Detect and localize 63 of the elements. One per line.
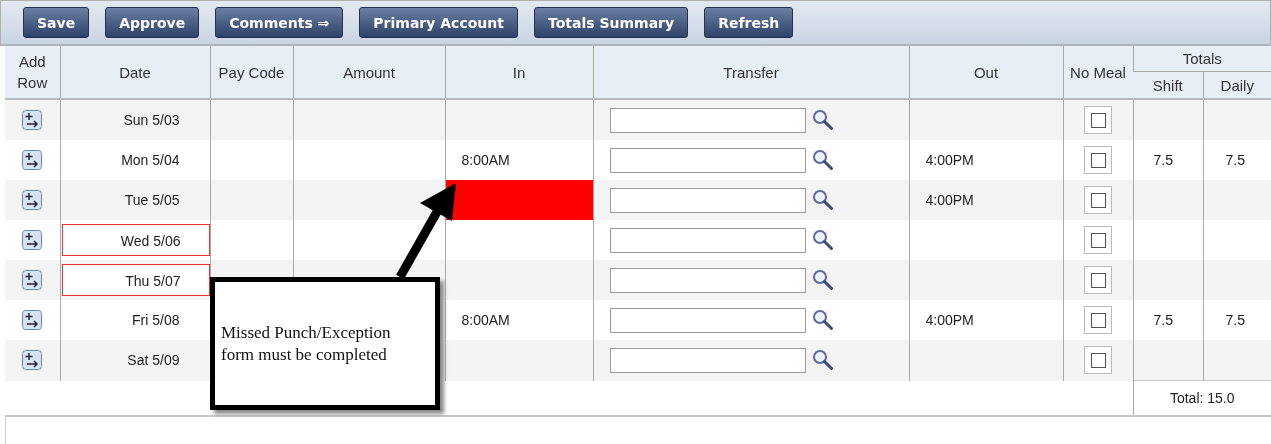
column-header: In <box>512 63 526 81</box>
column-header: Amount <box>343 63 395 81</box>
date-cell: Fri 5/08 <box>132 312 180 328</box>
column-header: Add Row <box>16 52 49 93</box>
add-row-icon[interactable] <box>22 270 43 290</box>
date-cell: Sat 5/09 <box>127 352 180 369</box>
no-meal-checkbox[interactable] <box>1090 312 1106 328</box>
add-row-icon[interactable] <box>22 110 43 130</box>
add-row-icon[interactable] <box>22 190 43 210</box>
column-header: Daily <box>1220 76 1254 94</box>
no-meal-checkbox[interactable] <box>1090 232 1106 248</box>
date-cell: Sun 5/03 <box>123 112 180 128</box>
column-header: Transfer <box>723 63 779 81</box>
toolbar-button[interactable]: Refresh <box>704 7 794 38</box>
search-icon[interactable] <box>811 349 834 372</box>
column-header: Shift <box>1152 76 1183 94</box>
toolbar-button[interactable]: Primary Account <box>359 7 518 38</box>
add-row-icon[interactable] <box>22 350 43 371</box>
search-icon[interactable] <box>811 109 834 131</box>
add-row-icon[interactable] <box>22 310 43 330</box>
time-cell: 4:00PM <box>925 152 974 168</box>
transfer-field[interactable] <box>609 227 806 253</box>
date-cell: Thu 5/07 <box>61 264 210 296</box>
date-cell: Tue 5/05 <box>124 192 180 208</box>
transfer-field[interactable] <box>609 267 806 293</box>
time-cell: 8:00AM <box>461 152 510 168</box>
toolbar-button[interactable]: Comments ⇒ <box>215 7 344 38</box>
table-cell: 7.5 <box>1153 152 1173 168</box>
table-cell: 7.5 <box>1225 312 1245 328</box>
search-icon[interactable] <box>811 149 834 171</box>
table-cell: 7.5 <box>1153 312 1173 328</box>
date-cell: Mon 5/04 <box>121 152 180 168</box>
toolbar-button[interactable]: Totals Summary <box>533 7 689 38</box>
transfer-field[interactable] <box>609 187 806 213</box>
column-header: Date <box>119 63 151 81</box>
search-icon[interactable] <box>811 189 834 211</box>
transfer-field[interactable] <box>609 107 806 133</box>
transfer-field[interactable] <box>609 147 806 173</box>
no-meal-checkbox[interactable] <box>1090 112 1106 128</box>
column-header: Totals <box>1182 50 1222 67</box>
search-icon[interactable] <box>811 229 834 251</box>
date-cell: Wed 5/06 <box>61 224 210 256</box>
time-cell: 8:00AM <box>461 312 510 328</box>
toolbar-button[interactable]: Save <box>23 7 90 38</box>
total-label: Total: 15.0 <box>1169 390 1235 406</box>
time-cell: 4:00PM <box>925 312 974 328</box>
transfer-field[interactable] <box>609 347 806 373</box>
add-row-icon[interactable] <box>22 230 43 250</box>
no-meal-checkbox[interactable] <box>1090 352 1106 368</box>
toolbar-button[interactable]: Approve <box>105 7 200 38</box>
column-header: Out <box>973 63 999 81</box>
callout-note: Missed Punch/Exception form must be completed <box>210 277 440 410</box>
transfer-field[interactable] <box>609 307 806 333</box>
no-meal-checkbox[interactable] <box>1090 272 1106 288</box>
table-cell: 7.5 <box>1225 152 1245 168</box>
time-cell: 4:00PM <box>925 192 974 208</box>
column-header: Pay Code <box>218 63 285 81</box>
column-header: No Meal <box>1070 63 1126 81</box>
add-row-icon[interactable] <box>22 150 43 170</box>
search-icon[interactable] <box>811 269 834 291</box>
no-meal-checkbox[interactable] <box>1090 152 1106 168</box>
no-meal-checkbox[interactable] <box>1090 192 1106 208</box>
search-icon[interactable] <box>811 309 834 331</box>
